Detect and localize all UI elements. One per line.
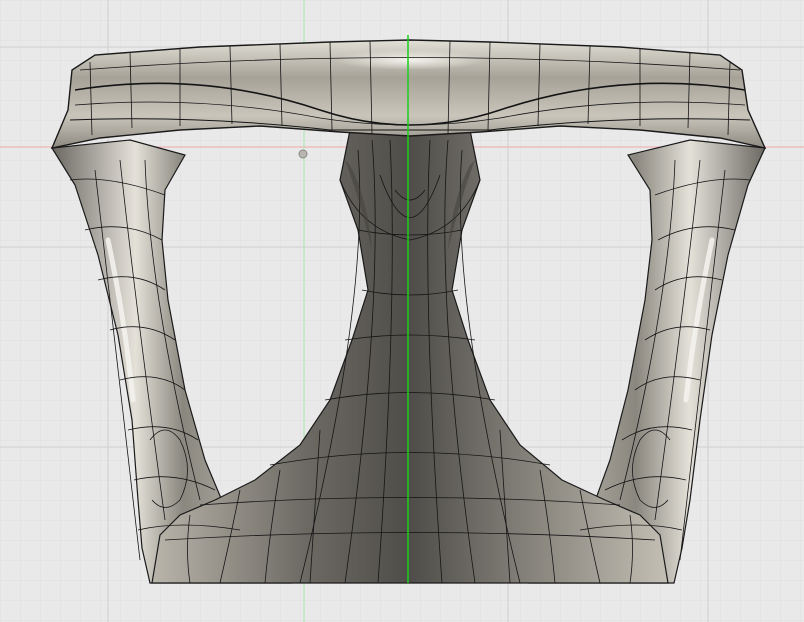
seat-highlight — [335, 50, 485, 70]
origin-point-marker — [298, 149, 308, 159]
viewport-3d-canvas[interactable] — [0, 0, 804, 622]
model-scene[interactable] — [0, 0, 804, 622]
